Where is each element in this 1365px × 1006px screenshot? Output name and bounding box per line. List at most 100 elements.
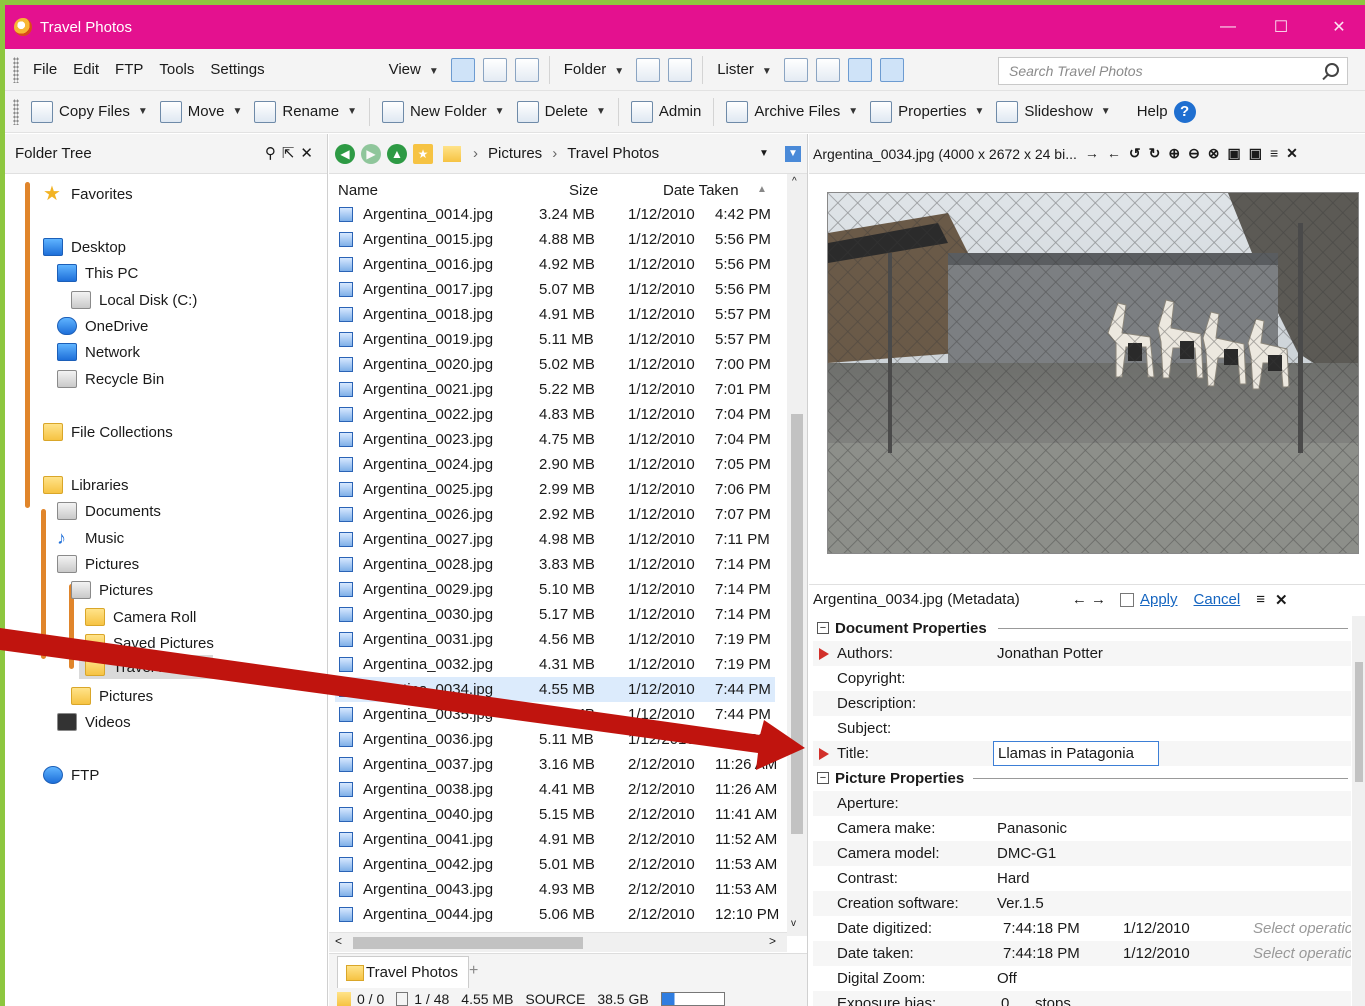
viewer-toggle-icon[interactable] bbox=[847, 57, 872, 82]
file-row[interactable]: Argentina_0020.jpg 5.02 MB 1/12/2010 7:00 P… bbox=[335, 352, 775, 377]
dual-horizontal-icon[interactable] bbox=[636, 57, 661, 82]
tree-saved-pictures[interactable]: Saved Pictures bbox=[85, 631, 214, 655]
meta-subject[interactable]: Subject: bbox=[813, 716, 1351, 741]
cancel-link[interactable]: Cancel bbox=[1194, 591, 1241, 608]
menu-ftp[interactable]: FTP bbox=[107, 61, 151, 78]
path-dropdown-icon[interactable]: ▼ bbox=[759, 148, 769, 159]
file-row[interactable]: Argentina_0023.jpg 4.75 MB 1/12/2010 7:04 P… bbox=[335, 427, 775, 452]
file-row[interactable]: Argentina_0028.jpg 3.83 MB 1/12/2010 7:14 P… bbox=[335, 552, 775, 577]
slideshow-button[interactable]: Slideshow ▼ bbox=[990, 96, 1116, 128]
viewer-controls[interactable]: →←↺↻⊕⊖⊗▣▣≡✕ bbox=[1085, 145, 1306, 162]
group-document-properties[interactable]: − Document Properties bbox=[813, 616, 1351, 641]
tree-network[interactable]: Network bbox=[57, 340, 140, 364]
meta-authors[interactable]: Authors: Jonathan Potter bbox=[813, 641, 1351, 666]
tree-onedrive[interactable]: OneDrive bbox=[57, 314, 148, 338]
tree-travel-photos[interactable]: Travel Photos bbox=[79, 655, 213, 679]
meta-aperture[interactable]: Aperture: bbox=[813, 791, 1351, 816]
meta-title[interactable]: Title: Llamas in Patagonia bbox=[813, 741, 1351, 766]
tree-recycle-bin[interactable]: Recycle Bin bbox=[57, 367, 164, 391]
menu-edit[interactable]: Edit bbox=[65, 61, 107, 78]
add-tab-button[interactable]: + bbox=[469, 962, 478, 980]
dual-vertical-icon[interactable] bbox=[668, 57, 693, 82]
view-menu[interactable]: View ▼ bbox=[381, 61, 447, 78]
file-row[interactable]: Argentina_0019.jpg 5.11 MB 1/12/2010 5:57 P… bbox=[335, 327, 775, 352]
apply-checkbox[interactable] bbox=[1119, 592, 1134, 607]
col-date-taken[interactable]: Date Taken bbox=[663, 182, 739, 199]
rename-button[interactable]: Rename ▼ bbox=[248, 96, 363, 128]
move-button[interactable]: Move ▼ bbox=[154, 96, 249, 128]
file-row[interactable]: Argentina_0015.jpg 4.88 MB 1/12/2010 5:56 P… bbox=[335, 227, 775, 252]
tree-pictures[interactable]: Pictures bbox=[71, 578, 153, 602]
tree-toggle-icon[interactable] bbox=[815, 57, 840, 82]
up-icon[interactable]: ▲ bbox=[387, 143, 407, 164]
file-row[interactable]: Argentina_0032.jpg 4.31 MB 1/12/2010 7:19 P… bbox=[335, 652, 775, 677]
file-row[interactable]: Argentina_0029.jpg 5.10 MB 1/12/2010 7:14 P… bbox=[335, 577, 775, 602]
file-row[interactable]: Argentina_0043.jpg 4.93 MB 2/12/2010 11:53 … bbox=[335, 877, 777, 902]
tree-libraries[interactable]: Libraries bbox=[43, 473, 129, 497]
file-row[interactable]: Argentina_0031.jpg 4.56 MB 1/12/2010 7:19 P… bbox=[335, 627, 775, 652]
tree-favorites[interactable]: ★ Favorites bbox=[43, 182, 133, 206]
file-row[interactable]: Argentina_0030.jpg 5.17 MB 1/12/2010 7:14 P… bbox=[335, 602, 775, 627]
file-row[interactable]: Argentina_0024.jpg 2.90 MB 1/12/2010 7:05 P… bbox=[335, 452, 775, 477]
toolbar-toggle-icon[interactable] bbox=[783, 57, 808, 82]
metadata-toggle-icon[interactable] bbox=[879, 57, 904, 82]
minimize-button[interactable]: — bbox=[1202, 5, 1254, 49]
meta-creation-software[interactable]: Creation software: Ver.1.5 bbox=[813, 891, 1351, 916]
file-row[interactable]: Argentina_0025.jpg 2.99 MB 1/12/2010 7:06 P… bbox=[335, 477, 775, 502]
meta-camera-make[interactable]: Camera make: Panasonic bbox=[813, 816, 1351, 841]
title-edit-field[interactable]: Llamas in Patagonia bbox=[993, 741, 1159, 766]
file-list-hscrollbar[interactable]: < > bbox=[329, 932, 787, 952]
tree-desktop[interactable]: Desktop bbox=[43, 235, 126, 259]
group-picture-properties[interactable]: − Picture Properties bbox=[813, 766, 1351, 791]
file-row[interactable]: Argentina_0014.jpg 3.24 MB 1/12/2010 4:42 P… bbox=[335, 202, 775, 227]
pane-controls[interactable]: ⚲⇱✕ bbox=[265, 144, 319, 162]
breadcrumb-travel-photos[interactable]: Travel Photos bbox=[567, 145, 659, 162]
file-row[interactable]: Argentina_0016.jpg 4.92 MB 1/12/2010 5:56 P… bbox=[335, 252, 775, 277]
tree-videos[interactable]: Videos bbox=[57, 710, 131, 734]
metadata-menu-icon[interactable]: ≡ bbox=[1256, 591, 1265, 608]
meta-date-taken[interactable]: Date taken: 7:44:18 PM 1/12/2010 Select ope… bbox=[813, 941, 1351, 966]
toolbar-grip[interactable] bbox=[13, 98, 19, 125]
file-list-scrollbar[interactable]: ^ v bbox=[787, 174, 807, 936]
tree-camera-roll[interactable]: Camera Roll bbox=[85, 605, 196, 629]
tab-travel-photos[interactable]: Travel Photos bbox=[337, 956, 469, 988]
menu-settings[interactable]: Settings bbox=[202, 61, 272, 78]
tree-ftp[interactable]: FTP bbox=[43, 763, 99, 787]
meta-description[interactable]: Description: bbox=[813, 691, 1351, 716]
meta-digital-zoom[interactable]: Digital Zoom: Off bbox=[813, 966, 1351, 991]
copy-files-button[interactable]: Copy Files ▼ bbox=[25, 96, 154, 128]
search-icon[interactable] bbox=[1325, 63, 1339, 77]
file-row[interactable]: Argentina_0038.jpg 4.41 MB 2/12/2010 11:26 … bbox=[335, 777, 777, 802]
search-input[interactable]: Search Travel Photos bbox=[998, 57, 1348, 85]
metadata-nav[interactable]: ← → bbox=[1072, 591, 1106, 608]
tree-file-collections[interactable]: File Collections bbox=[43, 420, 173, 444]
help-button[interactable]: Help? bbox=[1131, 96, 1202, 128]
tree-this-pc[interactable]: This PC bbox=[57, 261, 138, 285]
archive-files-button[interactable]: Archive Files ▼ bbox=[720, 96, 864, 128]
col-name[interactable]: Name bbox=[338, 182, 378, 199]
file-row[interactable]: Argentina_0018.jpg 4.91 MB 1/12/2010 5:57 P… bbox=[335, 302, 775, 327]
meta-operation[interactable]: Select operatic bbox=[1253, 920, 1351, 937]
properties-button[interactable]: Properties ▼ bbox=[864, 96, 990, 128]
new-folder-button[interactable]: New Folder ▼ bbox=[376, 96, 511, 128]
path-menu-icon[interactable]: ▼ bbox=[785, 145, 801, 162]
file-row[interactable]: Argentina_0017.jpg 5.07 MB 1/12/2010 5:56 P… bbox=[335, 277, 775, 302]
meta-camera-model[interactable]: Camera model: DMC-G1 bbox=[813, 841, 1351, 866]
apply-link[interactable]: Apply bbox=[1140, 591, 1178, 608]
meta-exposure-bias[interactable]: Exposure bias: 0 stops bbox=[813, 991, 1351, 1006]
metadata-scrollbar[interactable] bbox=[1352, 616, 1365, 1006]
forward-icon[interactable]: ▶ bbox=[361, 143, 381, 164]
maximize-button[interactable]: ☐ bbox=[1255, 5, 1307, 49]
meta-copyright[interactable]: Copyright: bbox=[813, 666, 1351, 691]
tree-local-disk[interactable]: Local Disk (C:) bbox=[71, 288, 197, 312]
tree-pictures-library[interactable]: Pictures bbox=[57, 552, 139, 576]
back-icon[interactable]: ◀ bbox=[335, 143, 355, 164]
tree-music[interactable]: ♪ Music bbox=[57, 526, 124, 550]
thumbnail-view-icon[interactable] bbox=[514, 57, 539, 82]
file-row[interactable]: Argentina_0021.jpg 5.22 MB 1/12/2010 7:01 P… bbox=[335, 377, 775, 402]
col-size[interactable]: Size bbox=[569, 182, 598, 199]
file-row[interactable]: Argentina_0035.jpg 4.84 MB 1/12/2010 7:44 P… bbox=[335, 702, 775, 727]
list-view-icon[interactable] bbox=[482, 57, 507, 82]
meta-date-digitized[interactable]: Date digitized: 7:44:18 PM 1/12/2010 Select… bbox=[813, 916, 1351, 941]
favorites-icon[interactable]: ★ bbox=[413, 143, 433, 164]
